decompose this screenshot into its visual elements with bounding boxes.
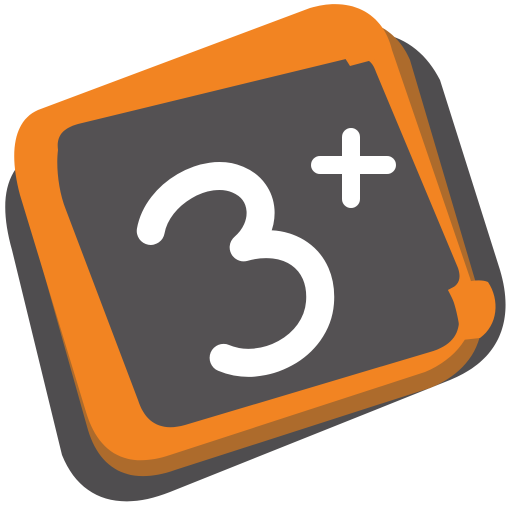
three-plus-app-icon — [5, 4, 506, 502]
app-icon-canvas — [0, 0, 512, 512]
